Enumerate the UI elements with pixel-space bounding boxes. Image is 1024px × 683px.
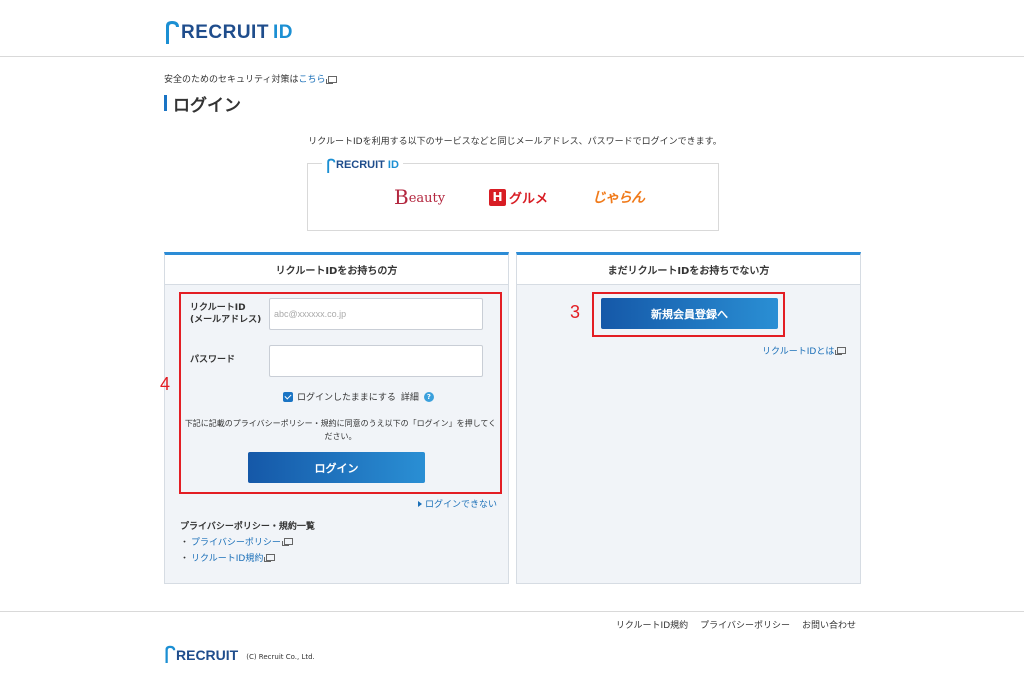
recruit-id-terms-link[interactable]: ・ リクルートID規約: [180, 551, 276, 564]
privacy-policy-link[interactable]: ・ プライバシーポリシー: [180, 535, 293, 548]
footer-recruit-logo: RECRUIT (C) Recruit Co., Ltd.: [164, 645, 315, 663]
logo-id-text: ID: [272, 22, 293, 43]
site-header: RECRUIT ID: [0, 0, 1024, 57]
beauty-logo-b: B: [394, 185, 409, 209]
security-notice: 安全のためのセキュリティ対策はこちら: [164, 72, 338, 85]
security-link[interactable]: こちら: [298, 75, 325, 85]
services-logo-text: RECRUIT: [336, 159, 385, 171]
footer-divider: [0, 611, 1024, 612]
cant-login-text: ログインできない: [425, 500, 498, 510]
service-logos: Beauty H グルメ じゃらん: [394, 184, 645, 210]
footer-links: リクルートID規約 プライバシーポリシー お問い合わせ: [616, 618, 856, 631]
services-box: RECRUIT ID Beauty H グルメ じゃらん: [307, 156, 719, 231]
external-window-icon: [326, 76, 338, 84]
register-panel-title: まだリクルートIDをお持ちでない方: [517, 255, 860, 285]
privacy-policy-text: プライバシーポリシー: [191, 538, 281, 548]
recruit-id-terms-text: リクルートID規約: [191, 554, 264, 564]
login-panel-title: リクルートIDをお持ちの方: [165, 255, 508, 285]
recruit-swoosh-icon: [327, 158, 336, 173]
bullet: ・: [180, 538, 190, 548]
footer-logo-text: RECRUIT: [176, 647, 239, 663]
recruit-swoosh-icon: [165, 645, 176, 663]
step-3-marker: 3: [570, 302, 581, 322]
policy-list-title: プライバシーポリシー・規約一覧: [180, 522, 315, 532]
recruit-swoosh-icon: [166, 21, 179, 44]
jaran-logo: じゃらん: [591, 190, 645, 206]
logo-text: RECRUIT: [181, 22, 269, 43]
step-4-marker: 4: [160, 374, 171, 394]
page-title: ログイン: [164, 92, 241, 116]
about-recruit-id-link[interactable]: リクルートIDとは: [762, 344, 847, 357]
footer-link-contact[interactable]: お問い合わせ: [802, 618, 856, 631]
about-recruit-id-text: リクルートIDとは: [762, 347, 835, 357]
security-notice-text: 安全のためのセキュリティ対策は: [164, 75, 299, 85]
bullet: ・: [180, 554, 190, 564]
gourmet-logo-mark: H: [489, 188, 507, 206]
hotpepper-beauty-logo: Beauty: [394, 187, 445, 207]
footer-link-terms[interactable]: リクルートID規約: [616, 618, 688, 631]
beauty-logo-rest: eauty: [408, 191, 446, 206]
cant-login-link[interactable]: ログインできない: [418, 497, 497, 510]
services-logo-id: ID: [387, 159, 399, 171]
footer-link-privacy[interactable]: プライバシーポリシー: [700, 618, 790, 631]
page-title-text: ログイン: [173, 95, 241, 116]
register-button-highlight: [592, 292, 785, 337]
hotpepper-gourmet-logo: H グルメ: [489, 188, 548, 207]
gourmet-logo-text: グルメ: [509, 191, 549, 207]
copyright: (C) Recruit Co., Ltd.: [246, 653, 315, 661]
external-window-icon: [281, 538, 293, 546]
external-window-icon: [264, 554, 276, 562]
caret-right-icon: [418, 500, 422, 507]
services-note: リクルートIDを利用する以下のサービスなどと同じメールアドレス、パスワードでログ…: [308, 137, 722, 147]
login-form-highlight: [179, 292, 502, 494]
services-recruit-id-logo: RECRUIT ID: [322, 156, 403, 174]
recruit-id-logo[interactable]: RECRUIT ID: [164, 14, 293, 44]
title-accent-bar: [164, 95, 167, 111]
external-window-icon: [835, 347, 847, 355]
